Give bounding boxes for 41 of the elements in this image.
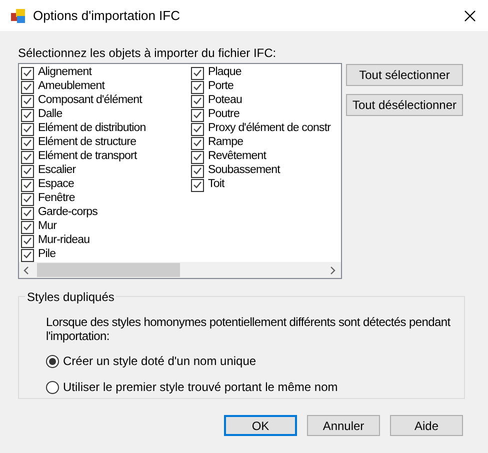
checkbox[interactable] xyxy=(21,94,34,108)
option-label[interactable]: Créer un style doté d'un nom unique xyxy=(63,352,256,370)
scrollbar-thumb[interactable] xyxy=(37,263,180,277)
checkbox[interactable] xyxy=(21,136,34,150)
checkbox[interactable] xyxy=(21,178,34,192)
checkbox[interactable] xyxy=(21,108,34,122)
select-button[interactable]: Tout sélectionner xyxy=(346,64,463,86)
checkbox[interactable] xyxy=(21,248,34,262)
scroll-right-icon[interactable] xyxy=(330,266,336,274)
window-title: Options d'importation IFC xyxy=(33,6,180,25)
select-button[interactable]: Tout désélectionner xyxy=(346,94,463,116)
description-text: Lorsque des styles homonymes potentiellement différents sont détectés pendant l'importation: xyxy=(46,315,452,343)
radio-button[interactable] xyxy=(46,380,59,394)
checkbox[interactable] xyxy=(21,164,34,178)
checkbox[interactable] xyxy=(191,164,204,178)
horizontal-scrollbar[interactable] xyxy=(19,262,341,278)
checkbox[interactable] xyxy=(191,136,204,150)
checkbox[interactable] xyxy=(191,122,204,136)
checkbox[interactable] xyxy=(191,150,204,164)
checkbox[interactable] xyxy=(21,234,34,248)
dialog-button[interactable]: OK xyxy=(224,415,297,436)
checkbox[interactable] xyxy=(191,178,204,192)
app-icon xyxy=(11,8,25,22)
close-icon[interactable] xyxy=(464,10,476,22)
checkbox[interactable] xyxy=(21,220,34,234)
option-label[interactable]: Utiliser le premier style trouvé portant le même nom xyxy=(63,378,338,396)
scroll-left-icon[interactable] xyxy=(23,266,29,274)
checkbox[interactable] xyxy=(21,192,34,206)
checkbox[interactable] xyxy=(21,122,34,136)
checkbox[interactable] xyxy=(21,206,34,220)
checkbox[interactable] xyxy=(191,66,204,80)
checkbox[interactable] xyxy=(191,80,204,94)
dialog-button[interactable]: Aide xyxy=(390,415,463,436)
dialog-button[interactable]: Annuler xyxy=(307,415,380,436)
checkbox[interactable] xyxy=(21,80,34,94)
checkbox[interactable] xyxy=(191,94,204,108)
radio-button[interactable] xyxy=(46,354,59,368)
checkbox[interactable] xyxy=(191,108,204,122)
instruction-text: Sélectionnez les objets à importer du fichier IFC: xyxy=(18,45,278,62)
checkbox[interactable] xyxy=(21,150,34,164)
checkbox[interactable] xyxy=(21,66,34,80)
